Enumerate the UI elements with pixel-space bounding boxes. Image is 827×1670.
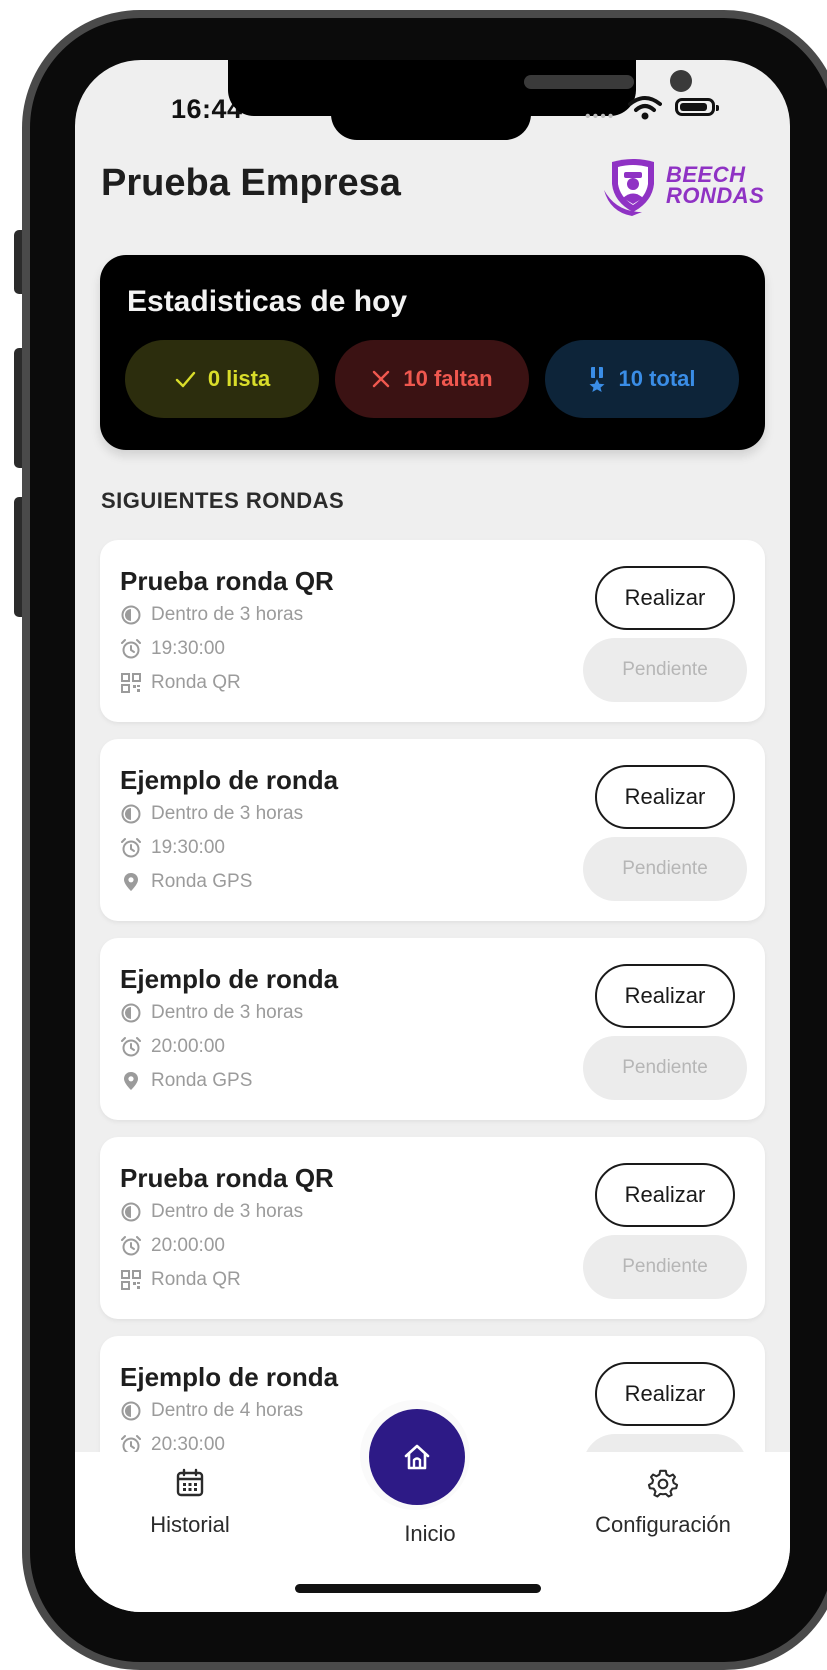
round-title: Prueba ronda QR [120,1163,334,1193]
status-badge: Pendiente [583,1036,747,1100]
stat-done-label: 0 lista [207,366,271,391]
stat-missing-label: 10 faltan [403,366,493,391]
section-title: SIGUIENTES RONDAS [101,488,345,513]
nav-historial[interactable]: Historial [115,1468,265,1538]
realizar-button[interactable]: Realizar [595,765,735,829]
stat-done-pill: 0 lista [125,340,319,418]
clock-half-icon [121,1003,141,1023]
speaker-grille [524,75,634,89]
round-eta: Dentro de 3 horas [151,604,304,625]
realizar-button[interactable]: Realizar [595,1362,735,1426]
round-type: Ronda GPS [151,871,253,892]
logo-line-1: BEECH [666,162,746,187]
round-type: Ronda QR [151,672,241,693]
nav-configuracion[interactable]: Configuración [563,1468,763,1538]
round-time: 20:00:00 [151,1235,225,1256]
stat-missing-pill: 10 faltan [335,340,529,418]
clock-half-icon [121,1401,141,1421]
home-button[interactable] [369,1409,465,1505]
clock-half-icon [121,804,141,824]
clock-half-icon [121,605,141,625]
round-time: 19:30:00 [151,638,225,659]
nav-configuracion-label: Configuración [595,1512,731,1537]
alarm-clock-icon [121,1037,141,1057]
location-pin-icon [124,873,138,891]
status-badge: Pendiente [583,638,747,702]
round-type: Ronda QR [151,1269,241,1290]
round-time: 20:00:00 [151,1036,225,1057]
cross-icon [373,370,390,388]
round-card: Prueba ronda QR Dentro de 3 horas 19:30:… [100,540,765,722]
gear-icon [647,1469,679,1498]
medal-icon [589,367,605,392]
round-card: Ejemplo de ronda Dentro de 3 horas 19:30… [100,739,765,921]
round-title: Ejemplo de ronda [120,1362,339,1392]
calendar-icon [176,1468,204,1497]
round-title: Ejemplo de ronda [120,964,339,994]
alarm-clock-icon [121,838,141,858]
stats-title: Estadisticas de hoy [127,285,408,318]
round-eta: Dentro de 3 horas [151,1201,304,1222]
alarm-clock-icon [121,1236,141,1256]
rounds-list[interactable]: Prueba ronda QR Dentro de 3 horas 19:30:… [100,540,765,1535]
beech-rondas-logo: BEECH RONDAS [602,156,767,216]
round-eta: Dentro de 4 horas [151,1400,304,1421]
round-type: Ronda GPS [151,1070,253,1091]
round-card: Ejemplo de ronda Dentro de 3 horas 20:00… [100,938,765,1120]
home-indicator[interactable] [295,1584,541,1593]
wifi-icon [628,96,662,120]
status-badge: Pendiente [583,837,747,901]
home-icon [404,1444,430,1470]
round-card: Prueba ronda QR Dentro de 3 horas 20:00:… [100,1137,765,1319]
status-badge: Pendiente [583,1235,747,1299]
round-title: Ejemplo de ronda [120,765,339,795]
battery-icon [675,98,719,116]
alarm-clock-icon [121,639,141,659]
stats-card: Estadisticas de hoy 0 lista 10 faltan 10… [100,255,765,450]
nav-historial-label: Historial [150,1512,230,1537]
stat-total-pill: 10 total [545,340,739,418]
realizar-button[interactable]: Realizar [595,1163,735,1227]
app-screen: 16:44 •••• Prueba Empresa BEECH RONDAS E… [75,60,790,1612]
notch-bump [331,100,531,140]
realizar-button[interactable]: Realizar [595,964,735,1028]
qr-icon [121,673,141,693]
cellular-signal-icon: •••• [585,108,616,125]
clock-half-icon [121,1202,141,1222]
realizar-button[interactable]: Realizar [595,566,735,630]
stat-total-label: 10 total [618,366,696,391]
round-eta: Dentro de 3 horas [151,1002,304,1023]
location-pin-icon [124,1072,138,1090]
nav-inicio-label[interactable]: Inicio [355,1521,505,1547]
round-title: Prueba ronda QR [120,566,334,596]
logo-line-2: RONDAS [666,183,765,208]
check-icon [175,371,196,388]
round-time: 19:30:00 [151,837,225,858]
round-eta: Dentro de 3 horas [151,803,304,824]
front-camera [670,70,692,92]
shield-guard-icon [604,159,654,216]
qr-icon [121,1270,141,1290]
company-title: Prueba Empresa [101,162,401,204]
